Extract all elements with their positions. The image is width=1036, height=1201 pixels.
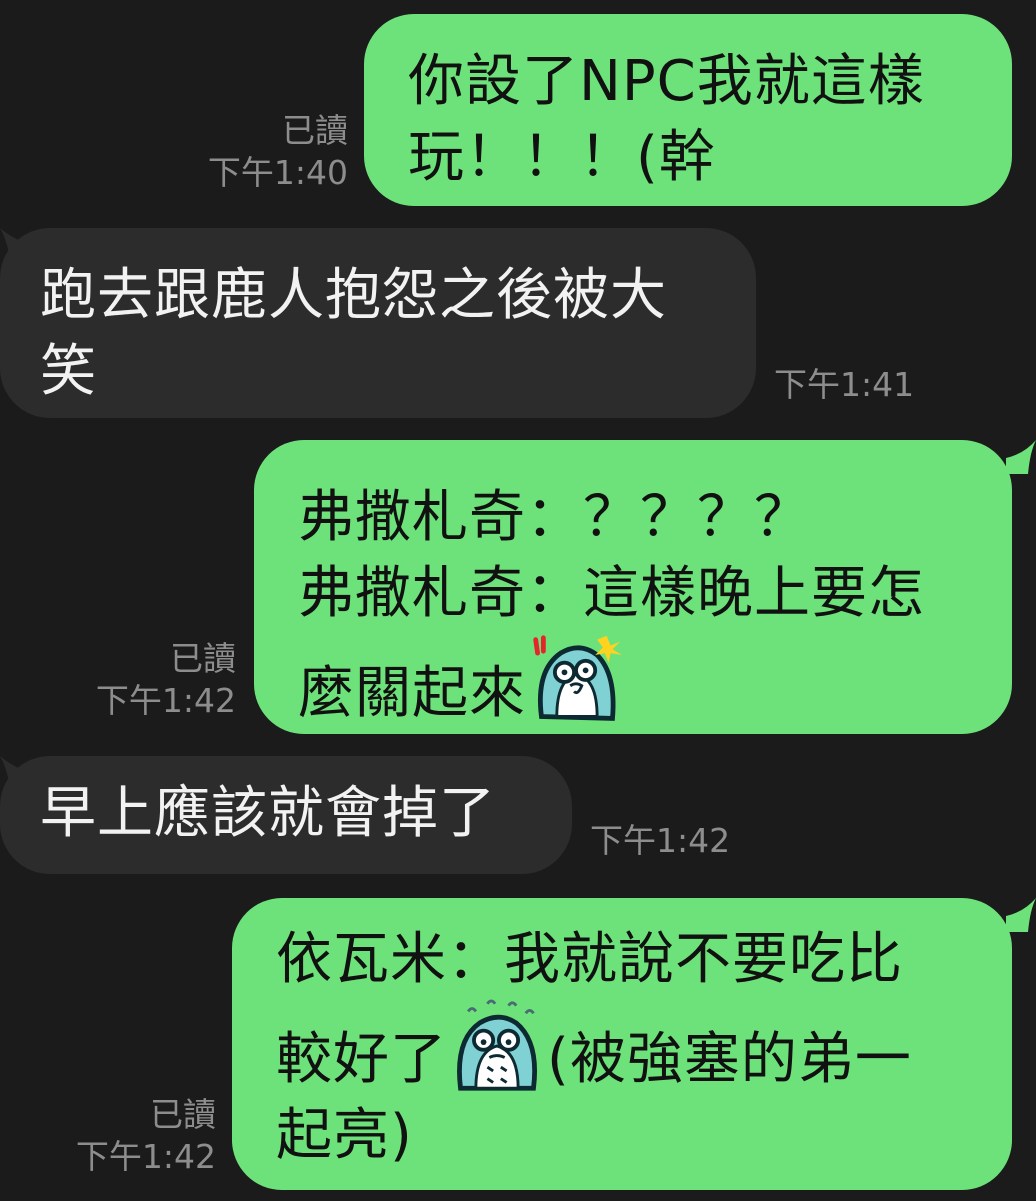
sent-message-bubble[interactable]: 弗撒札奇：？？？？ 弗撒札奇：這樣晚上要怎 麼關起來 bbox=[254, 440, 1012, 734]
shocked-penguin-sticker-icon bbox=[533, 635, 623, 721]
nervous-penguin-sticker-icon bbox=[457, 999, 538, 1091]
received-message-bubble[interactable]: 跑去跟鹿人抱怨之後被大 笑 bbox=[0, 228, 756, 418]
read-receipt: 已讀 bbox=[282, 111, 348, 150]
message-line: 早上應該就會掉了 bbox=[40, 781, 496, 846]
message-line: 玩！！！(幹 bbox=[408, 125, 716, 190]
message-meta: 已讀 下午1:40 bbox=[208, 110, 348, 194]
message-time: 下午1:41 bbox=[774, 365, 915, 404]
received-message-bubble[interactable]: 早上應該就會掉了 bbox=[0, 756, 572, 874]
message-time: 下午1:40 bbox=[207, 153, 348, 192]
message-line: 跑去跟鹿人抱怨之後被大 bbox=[40, 263, 667, 328]
read-receipt: 已讀 bbox=[150, 1095, 216, 1134]
message-line: 笑 bbox=[40, 339, 97, 404]
message-time: 下午1:42 bbox=[590, 821, 731, 860]
message-line: 起亮) bbox=[276, 1103, 413, 1168]
message-line-text: (被強塞的弟一 bbox=[547, 1027, 912, 1092]
sent-message-bubble[interactable]: 依瓦米：我就說不要吃比 較好了 (被強塞的弟一 起亮) bbox=[232, 898, 1012, 1190]
sent-bubble-tail bbox=[1006, 898, 1036, 932]
message-meta: 已讀 下午1:42 bbox=[96, 638, 236, 722]
message-meta: 已讀 下午1:42 bbox=[76, 1094, 216, 1178]
message-line: 弗撒札奇：？？？？ bbox=[298, 485, 811, 550]
read-receipt: 已讀 bbox=[170, 639, 236, 678]
message-time: 下午1:42 bbox=[95, 681, 236, 720]
message-line-with-sticker: 麼關起來 bbox=[298, 632, 992, 732]
message-line: 你設了NPC我就這樣 bbox=[408, 49, 925, 114]
message-line-with-sticker: 較好了 (被強塞的弟一 bbox=[276, 998, 992, 1098]
message-line-text: 麼關起來 bbox=[298, 661, 526, 726]
sent-bubble-tail bbox=[1006, 440, 1036, 474]
message-time: 下午1:42 bbox=[75, 1137, 216, 1176]
message-line: 弗撒札奇：這樣晚上要怎 bbox=[298, 561, 925, 626]
message-line-text: 較好了 bbox=[276, 1027, 447, 1092]
message-line: 依瓦米：我就說不要吃比 bbox=[276, 927, 903, 992]
sent-message-bubble[interactable]: 你設了NPC我就這樣 玩！！！(幹 bbox=[364, 14, 1012, 206]
